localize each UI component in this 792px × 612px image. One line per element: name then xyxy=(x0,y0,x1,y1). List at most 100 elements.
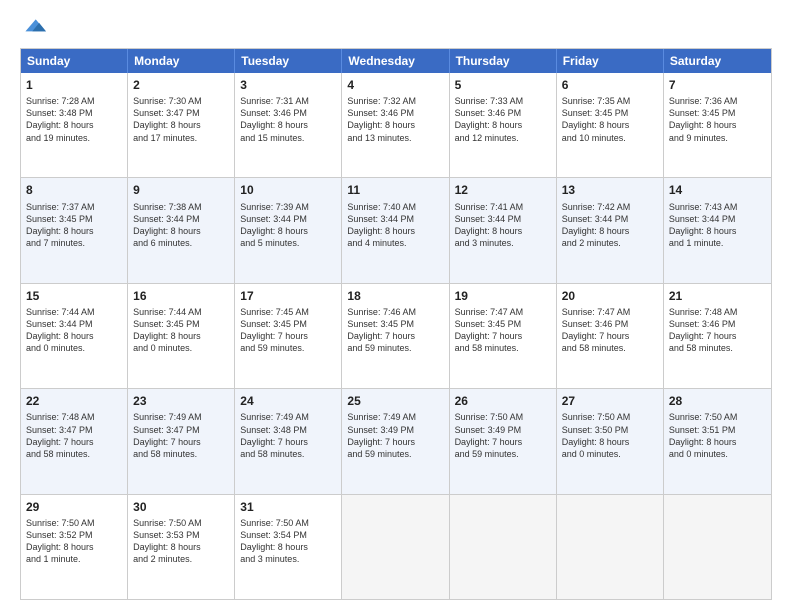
cell-line: Sunrise: 7:50 AM xyxy=(562,411,658,423)
cell-line: and 1 minute. xyxy=(669,237,766,249)
cell-line: Sunrise: 7:39 AM xyxy=(240,201,336,213)
day-number: 30 xyxy=(133,499,229,515)
cell-line: Sunset: 3:46 PM xyxy=(669,318,766,330)
cell-line: and 9 minutes. xyxy=(669,132,766,144)
cell-line: Daylight: 7 hours xyxy=(562,330,658,342)
cell-line: Sunrise: 7:32 AM xyxy=(347,95,443,107)
cell-line: and 58 minutes. xyxy=(562,342,658,354)
cell-line: Sunrise: 7:28 AM xyxy=(26,95,122,107)
cell-line: Sunrise: 7:31 AM xyxy=(240,95,336,107)
day-cell-4: 4 Sunrise: 7:32 AMSunset: 3:46 PMDaylight… xyxy=(342,73,449,177)
cell-line: Sunset: 3:46 PM xyxy=(347,107,443,119)
day-number: 16 xyxy=(133,288,229,304)
cell-line: Sunset: 3:44 PM xyxy=(347,213,443,225)
cell-line: Daylight: 7 hours xyxy=(26,436,122,448)
day-cell-6: 6Sunrise: 7:35 AMSunset: 3:45 PMDaylight… xyxy=(557,73,664,177)
cell-line: and 58 minutes. xyxy=(669,342,766,354)
cell-line: and 6 minutes. xyxy=(133,237,229,249)
day-number: 24 xyxy=(240,393,336,409)
cell-line: Sunrise: 7:49 AM xyxy=(240,411,336,423)
header-day-saturday: Saturday xyxy=(664,49,771,73)
cell-line: and 0 minutes. xyxy=(133,342,229,354)
header-day-wednesday: Wednesday xyxy=(342,49,449,73)
cell-line: and 0 minutes. xyxy=(26,342,122,354)
cell-line: Sunset: 3:48 PM xyxy=(240,424,336,436)
day-cell-19: 19Sunrise: 7:47 AMSunset: 3:45 PMDayligh… xyxy=(450,284,557,388)
empty-cell xyxy=(450,495,557,599)
cell-line: Daylight: 8 hours xyxy=(562,225,658,237)
day-cell-5: 5Sunrise: 7:33 AMSunset: 3:46 PMDaylight… xyxy=(450,73,557,177)
cell-line: Daylight: 8 hours xyxy=(347,119,443,131)
day-cell-26: 26Sunrise: 7:50 AMSunset: 3:49 PMDayligh… xyxy=(450,389,557,493)
cell-line: Sunrise: 7:50 AM xyxy=(455,411,551,423)
day-number: 8 xyxy=(26,182,122,198)
header-day-monday: Monday xyxy=(128,49,235,73)
cell-line: Sunrise: 7:43 AM xyxy=(669,201,766,213)
day-cell-10: 10Sunrise: 7:39 AMSunset: 3:44 PMDayligh… xyxy=(235,178,342,282)
cell-line: Sunrise: 7:49 AM xyxy=(347,411,443,423)
cell-line: Daylight: 8 hours xyxy=(240,225,336,237)
cell-line: Daylight: 8 hours xyxy=(669,436,766,448)
calendar-row-3: 15Sunrise: 7:44 AMSunset: 3:44 PMDayligh… xyxy=(21,284,771,389)
logo-icon xyxy=(20,16,48,40)
cell-line: Daylight: 7 hours xyxy=(240,330,336,342)
cell-line: Sunset: 3:52 PM xyxy=(26,529,122,541)
day-cell-13: 13Sunrise: 7:42 AMSunset: 3:44 PMDayligh… xyxy=(557,178,664,282)
day-cell-16: 16Sunrise: 7:44 AMSunset: 3:45 PMDayligh… xyxy=(128,284,235,388)
day-cell-29: 29Sunrise: 7:50 AMSunset: 3:52 PMDayligh… xyxy=(21,495,128,599)
calendar-row-1: 1Sunrise: 7:28 AMSunset: 3:48 PMDaylight… xyxy=(21,73,771,178)
cell-line: Sunrise: 7:50 AM xyxy=(26,517,122,529)
cell-line: Daylight: 8 hours xyxy=(347,225,443,237)
day-number: 18 xyxy=(347,288,443,304)
cell-line: Sunrise: 7:40 AM xyxy=(347,201,443,213)
day-number: 31 xyxy=(240,499,336,515)
empty-cell xyxy=(557,495,664,599)
cell-line: Daylight: 7 hours xyxy=(347,330,443,342)
cell-line: Sunset: 3:47 PM xyxy=(26,424,122,436)
cell-line: Sunrise: 7:48 AM xyxy=(669,306,766,318)
cell-line: Sunrise: 7:42 AM xyxy=(562,201,658,213)
day-cell-9: 9Sunrise: 7:38 AMSunset: 3:44 PMDaylight… xyxy=(128,178,235,282)
cell-line: and 58 minutes. xyxy=(240,448,336,460)
day-cell-15: 15Sunrise: 7:44 AMSunset: 3:44 PMDayligh… xyxy=(21,284,128,388)
cell-line: Sunset: 3:45 PM xyxy=(455,318,551,330)
cell-line: and 12 minutes. xyxy=(455,132,551,144)
cell-line: and 4 minutes. xyxy=(347,237,443,249)
day-number: 23 xyxy=(133,393,229,409)
cell-line: Sunset: 3:46 PM xyxy=(455,107,551,119)
cell-line: Daylight: 8 hours xyxy=(240,119,336,131)
day-number: 4 xyxy=(347,77,443,93)
day-cell-23: 23Sunrise: 7:49 AMSunset: 3:47 PMDayligh… xyxy=(128,389,235,493)
day-cell-20: 20Sunrise: 7:47 AMSunset: 3:46 PMDayligh… xyxy=(557,284,664,388)
cell-line: Sunset: 3:44 PM xyxy=(133,213,229,225)
day-number: 27 xyxy=(562,393,658,409)
cell-line: and 58 minutes. xyxy=(133,448,229,460)
cell-line: Daylight: 8 hours xyxy=(133,541,229,553)
day-cell-2: 2Sunrise: 7:30 AMSunset: 3:47 PMDaylight… xyxy=(128,73,235,177)
day-cell-30: 30Sunrise: 7:50 AMSunset: 3:53 PMDayligh… xyxy=(128,495,235,599)
cell-line: Sunrise: 7:36 AM xyxy=(669,95,766,107)
header-day-sunday: Sunday xyxy=(21,49,128,73)
page: SundayMondayTuesdayWednesdayThursdayFrid… xyxy=(0,0,792,612)
cell-line: Sunset: 3:51 PM xyxy=(669,424,766,436)
cell-line: Daylight: 8 hours xyxy=(26,330,122,342)
cell-line: Daylight: 8 hours xyxy=(562,436,658,448)
cell-line: Sunset: 3:44 PM xyxy=(240,213,336,225)
day-number: 22 xyxy=(26,393,122,409)
cell-line: Sunset: 3:44 PM xyxy=(562,213,658,225)
header-day-friday: Friday xyxy=(557,49,664,73)
day-number: 25 xyxy=(347,393,443,409)
day-number: 21 xyxy=(669,288,766,304)
day-cell-7: 7Sunrise: 7:36 AMSunset: 3:45 PMDaylight… xyxy=(664,73,771,177)
cell-line: Daylight: 8 hours xyxy=(562,119,658,131)
day-number: 17 xyxy=(240,288,336,304)
calendar: SundayMondayTuesdayWednesdayThursdayFrid… xyxy=(20,48,772,600)
cell-line: Daylight: 8 hours xyxy=(133,119,229,131)
cell-line: and 13 minutes. xyxy=(347,132,443,144)
cell-line: Daylight: 8 hours xyxy=(455,225,551,237)
day-number: 1 xyxy=(26,77,122,93)
cell-line: Sunset: 3:54 PM xyxy=(240,529,336,541)
cell-line: and 15 minutes. xyxy=(240,132,336,144)
cell-line: and 59 minutes. xyxy=(347,342,443,354)
cell-line: Daylight: 8 hours xyxy=(26,541,122,553)
